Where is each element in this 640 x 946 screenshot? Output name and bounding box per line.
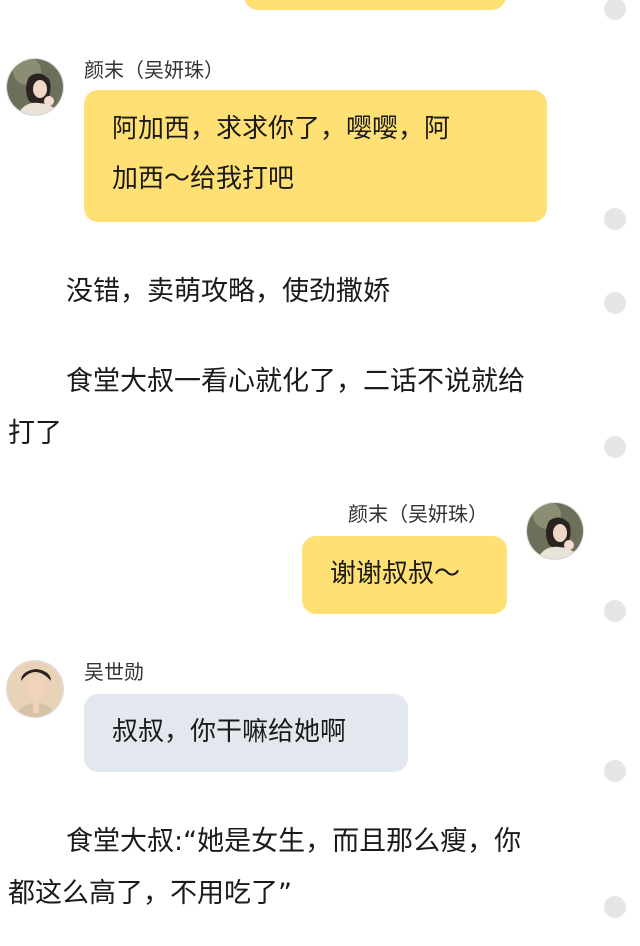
narration-line: 食堂大叔:“她是女生，而且那么瘦，你 bbox=[66, 826, 522, 857]
message-text: 谢谢叔叔～ bbox=[330, 559, 461, 589]
message-bubble[interactable]: 谢谢叔叔～ bbox=[302, 536, 507, 614]
avatar-boy-icon bbox=[7, 661, 63, 717]
message-text: 阿加西，求求你了，嘤嘤，阿 bbox=[112, 114, 451, 144]
previous-message-bubble bbox=[244, 0, 506, 10]
comment-dot[interactable] bbox=[604, 208, 626, 230]
avatar-girl-icon bbox=[527, 503, 583, 559]
narration-line: 食堂大叔一看心就化了，二话不说就给 bbox=[66, 366, 525, 397]
message-text: 叔叔，你干嘛给她啊 bbox=[112, 717, 347, 747]
comment-dot[interactable] bbox=[604, 760, 626, 782]
narration-paragraph: 食堂大叔:“她是女生，而且那么瘦，你 都这么高了，不用吃了” bbox=[8, 816, 521, 920]
avatar-yanmo[interactable] bbox=[6, 58, 64, 116]
comment-dot[interactable] bbox=[604, 600, 626, 622]
avatar-girl-icon bbox=[7, 59, 63, 115]
narration-paragraph: 没错，卖萌攻略，使劲撒娇 bbox=[66, 276, 390, 307]
avatar-sehun[interactable] bbox=[6, 660, 64, 718]
narration-line: 打了 bbox=[8, 418, 62, 449]
message-text: 加西～给我打吧 bbox=[112, 164, 295, 194]
comment-dot[interactable] bbox=[604, 436, 626, 458]
sender-name: 颜末（吴妍珠） bbox=[84, 58, 224, 82]
comment-dot[interactable] bbox=[604, 896, 626, 918]
message-bubble[interactable]: 阿加西，求求你了，嘤嘤，阿 加西～给我打吧 bbox=[84, 90, 547, 222]
narration-line: 都这么高了，不用吃了” bbox=[8, 878, 292, 909]
sender-name: 吴世勋 bbox=[84, 660, 144, 684]
comment-dot[interactable] bbox=[604, 0, 626, 20]
message-bubble[interactable]: 叔叔，你干嘛给她啊 bbox=[84, 694, 408, 772]
avatar-yanmo[interactable] bbox=[526, 502, 584, 560]
sender-name: 颜末（吴妍珠） bbox=[348, 502, 488, 526]
narration-paragraph: 食堂大叔一看心就化了，二话不说就给 打了 bbox=[8, 356, 525, 460]
comment-dot[interactable] bbox=[604, 292, 626, 314]
